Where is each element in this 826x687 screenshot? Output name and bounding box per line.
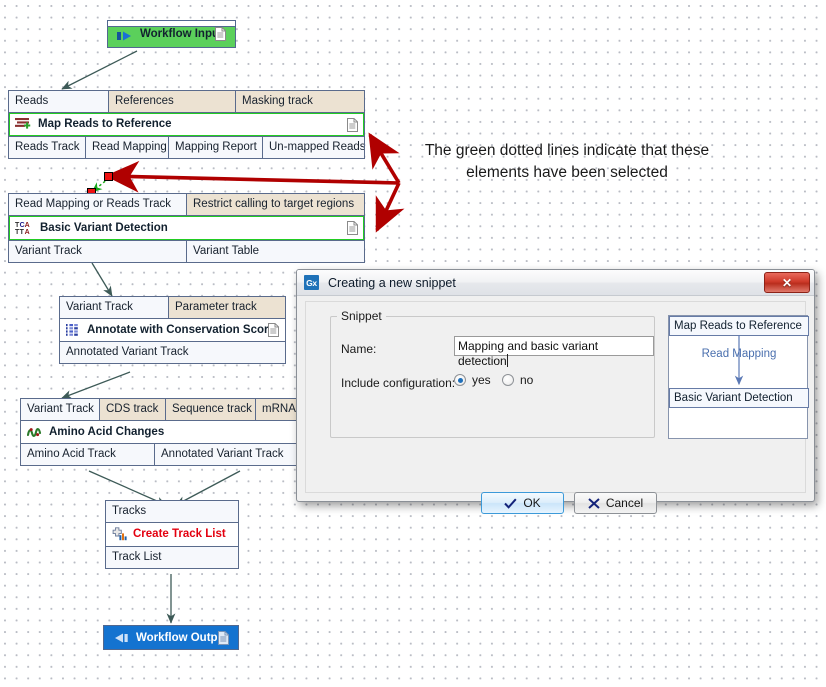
output-port-annotated-variant-track[interactable]: Annotated Variant Track <box>60 342 285 363</box>
input-port-variant-track[interactable]: Variant Track <box>60 297 169 318</box>
output-port-row: Track List <box>106 546 238 568</box>
snippet-group-label: Snippet <box>337 309 386 323</box>
document-icon[interactable] <box>218 630 229 645</box>
cancel-button[interactable]: Cancel <box>574 492 657 514</box>
output-port-track-list[interactable]: Track List <box>106 547 238 568</box>
block-body[interactable]: Map Reads to Reference <box>9 113 364 136</box>
x-icon <box>588 497 600 509</box>
block-body[interactable]: Annotate with Conservation Score <box>60 319 285 341</box>
radio-dot-icon <box>502 374 514 386</box>
dialog-body: Snippet Name: Mapping and basic variant … <box>305 301 809 514</box>
output-port-row: Reads Track Read Mapping Mapping Report … <box>9 136 364 158</box>
create-snippet-dialog[interactable]: Gx Creating a new snippet ✕ Snippet Name… <box>296 269 815 514</box>
workflow-input-label: Workflow Input <box>140 28 223 40</box>
output-port-amino-acid-track[interactable]: Amino Acid Track <box>21 444 155 465</box>
block-title: Map Reads to Reference <box>38 118 172 130</box>
conservation-score-icon <box>66 323 78 336</box>
input-port-row: Tracks <box>106 501 238 523</box>
include-configuration-label: Include configuration: <box>341 376 456 390</box>
workflow-input-node[interactable]: Workflow Input <box>107 20 236 48</box>
input-port-tracks[interactable]: Tracks <box>106 501 238 522</box>
radio-include-configuration-yes[interactable]: yes <box>454 373 491 387</box>
ok-button[interactable]: OK <box>481 492 564 514</box>
amino-acid-changes-icon <box>27 427 42 437</box>
check-icon <box>504 498 517 509</box>
document-icon[interactable] <box>268 323 279 337</box>
radio-include-configuration-no[interactable]: no <box>502 373 533 387</box>
arrow-left-icon <box>115 633 128 643</box>
name-label: Name: <box>341 342 377 356</box>
output-port-variant-track[interactable]: Variant Track <box>9 241 187 262</box>
output-port-variant-table[interactable]: Variant Table <box>187 241 364 262</box>
output-port-row: Annotated Variant Track <box>60 341 285 363</box>
dialog-title-bar[interactable]: Gx Creating a new snippet ✕ <box>297 270 814 296</box>
block-basic-variant-detection[interactable]: Read Mapping or Reads Track Restrict cal… <box>8 193 365 263</box>
block-body[interactable]: T C A T T A Basic Variant Detection <box>9 216 364 240</box>
arrow-right-icon <box>117 31 131 41</box>
input-port-parameter-track[interactable]: Parameter track <box>169 297 285 318</box>
output-port-read-mapping[interactable]: Read Mapping <box>86 137 169 158</box>
workflow-output-node[interactable]: Workflow Output <box>103 625 239 650</box>
create-track-list-icon <box>112 527 127 541</box>
input-port-reads[interactable]: Reads <box>9 91 109 112</box>
block-title: Create Track List <box>133 528 226 540</box>
input-port-read-mapping-or-reads-track[interactable]: Read Mapping or Reads Track <box>9 194 187 215</box>
document-icon[interactable] <box>347 221 358 235</box>
annotation-text: The green dotted lines indicate that the… <box>382 140 752 184</box>
block-map-reads-to-reference[interactable]: Reads References Masking track Map Reads… <box>8 90 365 159</box>
input-port-row: Read Mapping or Reads Track Restrict cal… <box>9 194 364 216</box>
block-create-track-list[interactable]: Tracks Create Track List Track List <box>105 500 239 569</box>
radio-no-label: no <box>520 373 534 387</box>
map-reads-icon <box>15 118 31 129</box>
input-port-row: Reads References Masking track <box>9 91 364 113</box>
preview-connection-arrow <box>734 335 744 386</box>
snippet-preview-panel: Map Reads to Reference Read Mapping Basi… <box>668 315 809 439</box>
block-body[interactable]: Amino Acid Changes <box>21 421 321 443</box>
input-port-cds-track[interactable]: CDS track <box>100 399 166 420</box>
radio-dot-icon <box>454 374 466 386</box>
block-annotate-with-conservation-score[interactable]: Variant Track Parameter track Annotate w… <box>59 296 286 364</box>
input-port-row: Variant Track Parameter track <box>60 297 285 319</box>
input-port-variant-track[interactable]: Variant Track <box>21 399 100 420</box>
output-port-row: Amino Acid Track Annotated Variant Track <box>21 443 321 465</box>
dialog-title: Creating a new snippet <box>328 275 456 290</box>
workflow-output-label: Workflow Output <box>136 631 229 644</box>
document-icon[interactable] <box>347 117 358 132</box>
block-title: Annotate with Conservation Score <box>87 323 275 336</box>
block-title: Basic Variant Detection <box>40 221 168 234</box>
block-amino-acid-changes[interactable]: Variant Track CDS track Sequence track m… <box>20 398 322 466</box>
input-port-restrict-calling[interactable]: Restrict calling to target regions <box>187 194 364 215</box>
workflow-canvas[interactable]: Workflow Input Reads References Masking … <box>0 0 826 687</box>
input-port-row: Variant Track CDS track Sequence track m… <box>21 399 321 421</box>
cancel-label: Cancel <box>605 496 644 510</box>
input-port-sequence-track[interactable]: Sequence track <box>166 399 256 420</box>
output-port-unmapped-reads[interactable]: Un-mapped Reads <box>263 137 364 158</box>
output-port-mapping-report[interactable]: Mapping Report <box>169 137 263 158</box>
app-icon: Gx <box>304 275 319 290</box>
output-port-reads-track[interactable]: Reads Track <box>9 137 86 158</box>
output-port-row: Variant Track Variant Table <box>9 240 364 262</box>
document-icon[interactable] <box>215 27 226 41</box>
block-body[interactable]: Create Track List <box>106 523 238 546</box>
input-port-references[interactable]: References <box>109 91 236 112</box>
block-title: Amino Acid Changes <box>49 425 165 438</box>
input-port-masking-track[interactable]: Masking track <box>236 91 364 112</box>
annotation-line-1: The green dotted lines indicate that the… <box>424 142 710 159</box>
svg-text:A: A <box>25 222 30 229</box>
close-icon[interactable]: ✕ <box>764 272 810 293</box>
ok-label: OK <box>523 496 541 510</box>
svg-text:A: A <box>25 229 30 235</box>
variant-detection-icon: T C A T T A <box>15 222 30 235</box>
connection-handle-source[interactable] <box>104 172 113 181</box>
annotation-line-2: elements have been selected <box>466 164 668 181</box>
text-caret <box>506 354 508 367</box>
radio-yes-label: yes <box>472 373 491 387</box>
snippet-name-input[interactable]: Mapping and basic variant detection <box>454 336 654 368</box>
